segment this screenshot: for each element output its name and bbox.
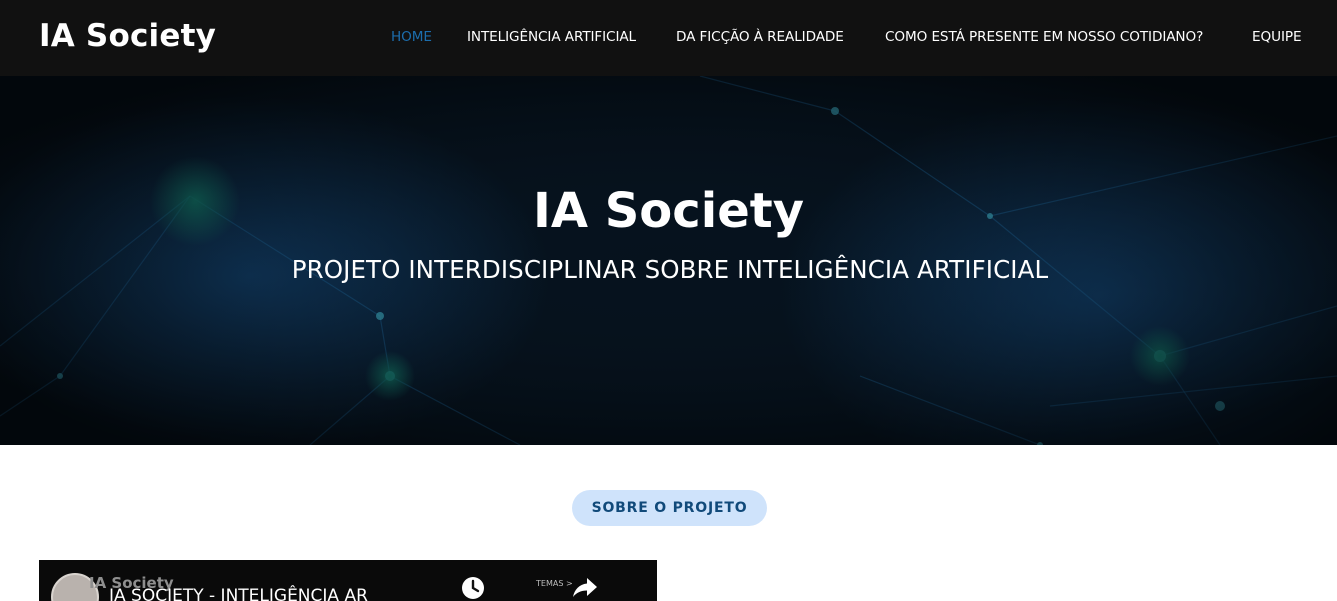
youtube-video-embed[interactable]: IA Society IA SOCIETY - INTELIGÊNCIA AR …: [39, 560, 657, 601]
hero-subtitle: PROJETO INTERDISCIPLINAR SOBRE INTELIGÊN…: [291, 255, 1049, 284]
nav-da-ficcao-a-realidade[interactable]: DA FICÇÃO À REALIDADE: [676, 28, 844, 46]
site-logo[interactable]: IA Society: [39, 14, 216, 58]
nav-inteligencia-artificial[interactable]: INTELIGÊNCIA ARTIFICIAL: [467, 28, 636, 46]
top-navbar: IA Society HOME INTELIGÊNCIA ARTIFICIAL …: [0, 0, 1337, 76]
nav-home[interactable]: HOME: [391, 28, 432, 46]
hero-title: IA Society: [533, 183, 804, 239]
video-title[interactable]: IA SOCIETY - INTELIGÊNCIA AR: [109, 586, 368, 601]
video-temas-label[interactable]: TEMAS >: [536, 579, 573, 589]
hero-banner: IA Society PROJETO INTERDISCIPLINAR SOBR…: [0, 76, 1337, 445]
clock-icon[interactable]: [460, 575, 486, 601]
about-project-badge: SOBRE O PROJETO: [572, 490, 767, 526]
nav-como-esta-presente[interactable]: COMO ESTÁ PRESENTE EM NOSSO COTIDIANO?: [885, 28, 1203, 46]
share-icon[interactable]: [572, 575, 598, 599]
nav-equipe[interactable]: EQUIPE: [1252, 28, 1302, 46]
